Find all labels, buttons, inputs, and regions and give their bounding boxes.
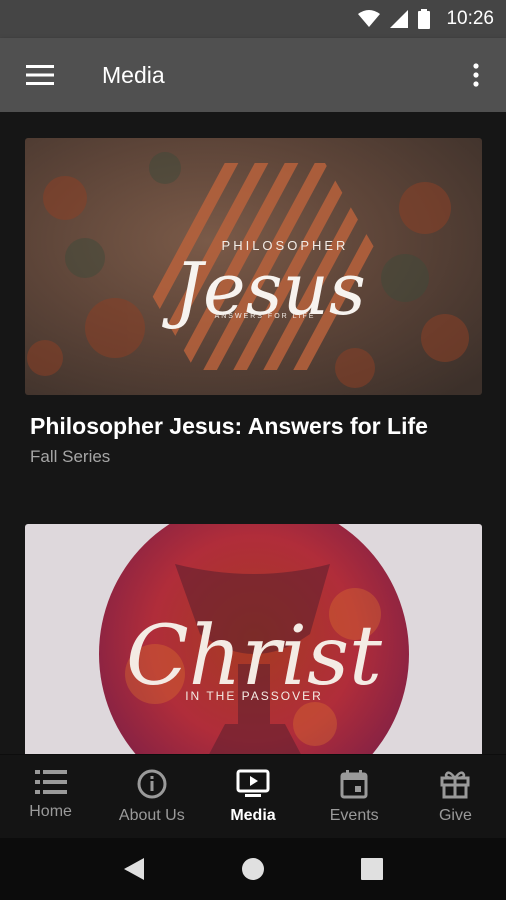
battery-icon xyxy=(418,9,431,29)
nav-label-media: Media xyxy=(230,807,276,824)
media-thumbnail[interactable]: PHILOSOPHER Jesus ANSWERS FOR LIFE xyxy=(25,138,482,395)
cell-signal-icon xyxy=(390,10,409,28)
media-card-title: Philosopher Jesus: Answers for Life xyxy=(30,413,428,439)
nav-label-give: Give xyxy=(438,807,472,824)
back-triangle-icon xyxy=(124,858,145,880)
nav-label-about-us: About Us xyxy=(118,807,185,824)
nav-label-home: Home xyxy=(29,803,72,820)
nav-item-give[interactable]: Give xyxy=(405,755,506,838)
more-vert-icon xyxy=(473,63,479,87)
nav-item-events[interactable]: Events xyxy=(304,755,405,838)
tv-play-icon xyxy=(236,769,270,797)
art-small-bottom: IN THE PASSOVER xyxy=(185,689,323,703)
series-artwork: PHILOSOPHER Jesus ANSWERS FOR LIFE xyxy=(25,138,482,395)
home-button[interactable] xyxy=(223,841,283,897)
nav-item-about-us[interactable]: About Us xyxy=(101,755,202,838)
list-icon xyxy=(34,770,67,794)
calendar-icon xyxy=(340,770,368,799)
media-list[interactable]: PHILOSOPHER Jesus ANSWERS FOR LIFE Philo… xyxy=(0,112,506,754)
status-bar: 10:26 xyxy=(0,0,506,38)
media-card[interactable]: Christ IN THE PASSOVER xyxy=(25,524,482,754)
series-artwork: Christ IN THE PASSOVER xyxy=(25,524,482,754)
home-circle-icon xyxy=(241,858,264,880)
system-navigation-bar xyxy=(0,838,506,900)
back-button[interactable] xyxy=(104,841,164,897)
media-card[interactable]: PHILOSOPHER Jesus ANSWERS FOR LIFE Philo… xyxy=(25,138,482,467)
bottom-navigation: Home About Us Media Events Give xyxy=(0,754,506,838)
art-small-bottom: ANSWERS FOR LIFE xyxy=(215,313,316,320)
app-bar: Media xyxy=(0,38,506,112)
overflow-menu-button[interactable] xyxy=(446,38,506,112)
page-title: Media xyxy=(102,61,165,88)
status-time: 10:26 xyxy=(446,8,494,29)
recents-button[interactable] xyxy=(342,841,402,897)
nav-label-events: Events xyxy=(329,807,379,824)
wifi-icon xyxy=(358,10,381,27)
nav-item-home[interactable]: Home xyxy=(0,755,101,838)
nav-item-media[interactable]: Media xyxy=(202,755,303,838)
recents-square-icon xyxy=(360,858,383,880)
hamburger-menu-icon xyxy=(26,65,54,85)
media-card-subtitle: Fall Series xyxy=(30,447,111,466)
gift-icon xyxy=(440,771,470,799)
info-icon xyxy=(137,769,167,799)
media-thumbnail[interactable]: Christ IN THE PASSOVER xyxy=(25,524,482,754)
menu-button[interactable] xyxy=(0,38,80,112)
